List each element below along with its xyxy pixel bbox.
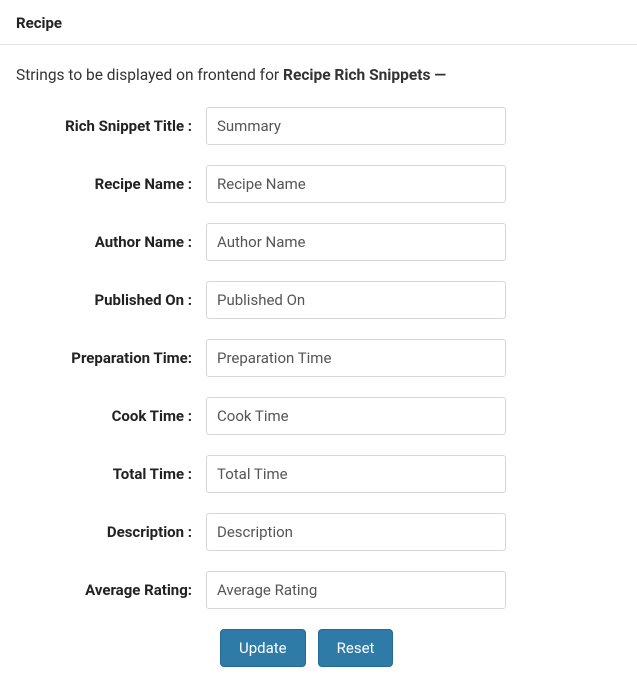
label-published-on: Published On : bbox=[16, 291, 206, 309]
field-published-on: Published On : bbox=[16, 281, 621, 319]
label-preparation-time: Preparation Time: bbox=[16, 349, 206, 367]
input-total-time[interactable] bbox=[206, 455, 506, 493]
section-title: Recipe bbox=[16, 14, 621, 32]
button-row: Update Reset bbox=[220, 629, 621, 667]
field-description: Description : bbox=[16, 513, 621, 551]
input-description[interactable] bbox=[206, 513, 506, 551]
label-recipe-name: Recipe Name : bbox=[16, 175, 206, 193]
intro-text: Strings to be displayed on frontend for … bbox=[0, 45, 637, 97]
field-average-rating: Average Rating: bbox=[16, 571, 621, 609]
intro-bold: Recipe Rich Snippets — bbox=[283, 66, 446, 84]
input-author-name[interactable] bbox=[206, 223, 506, 261]
input-preparation-time[interactable] bbox=[206, 339, 506, 377]
label-average-rating: Average Rating: bbox=[16, 581, 206, 599]
label-author-name: Author Name : bbox=[16, 233, 206, 251]
update-button[interactable]: Update bbox=[220, 629, 306, 667]
input-recipe-name[interactable] bbox=[206, 165, 506, 203]
field-cook-time: Cook Time : bbox=[16, 397, 621, 435]
field-author-name: Author Name : bbox=[16, 223, 621, 261]
label-cook-time: Cook Time : bbox=[16, 407, 206, 425]
field-recipe-name: Recipe Name : bbox=[16, 165, 621, 203]
field-rich-snippet-title: Rich Snippet Title : bbox=[16, 107, 621, 145]
input-published-on[interactable] bbox=[206, 281, 506, 319]
input-cook-time[interactable] bbox=[206, 397, 506, 435]
form-container: Rich Snippet Title : Recipe Name : Autho… bbox=[0, 97, 637, 667]
intro-prefix: Strings to be displayed on frontend for bbox=[16, 66, 283, 84]
label-total-time: Total Time : bbox=[16, 465, 206, 483]
field-preparation-time: Preparation Time: bbox=[16, 339, 621, 377]
label-rich-snippet-title: Rich Snippet Title : bbox=[16, 117, 206, 135]
section-header: Recipe bbox=[0, 0, 637, 45]
field-total-time: Total Time : bbox=[16, 455, 621, 493]
input-rich-snippet-title[interactable] bbox=[206, 107, 506, 145]
input-average-rating[interactable] bbox=[206, 571, 506, 609]
label-description: Description : bbox=[16, 523, 206, 541]
reset-button[interactable]: Reset bbox=[318, 629, 394, 667]
